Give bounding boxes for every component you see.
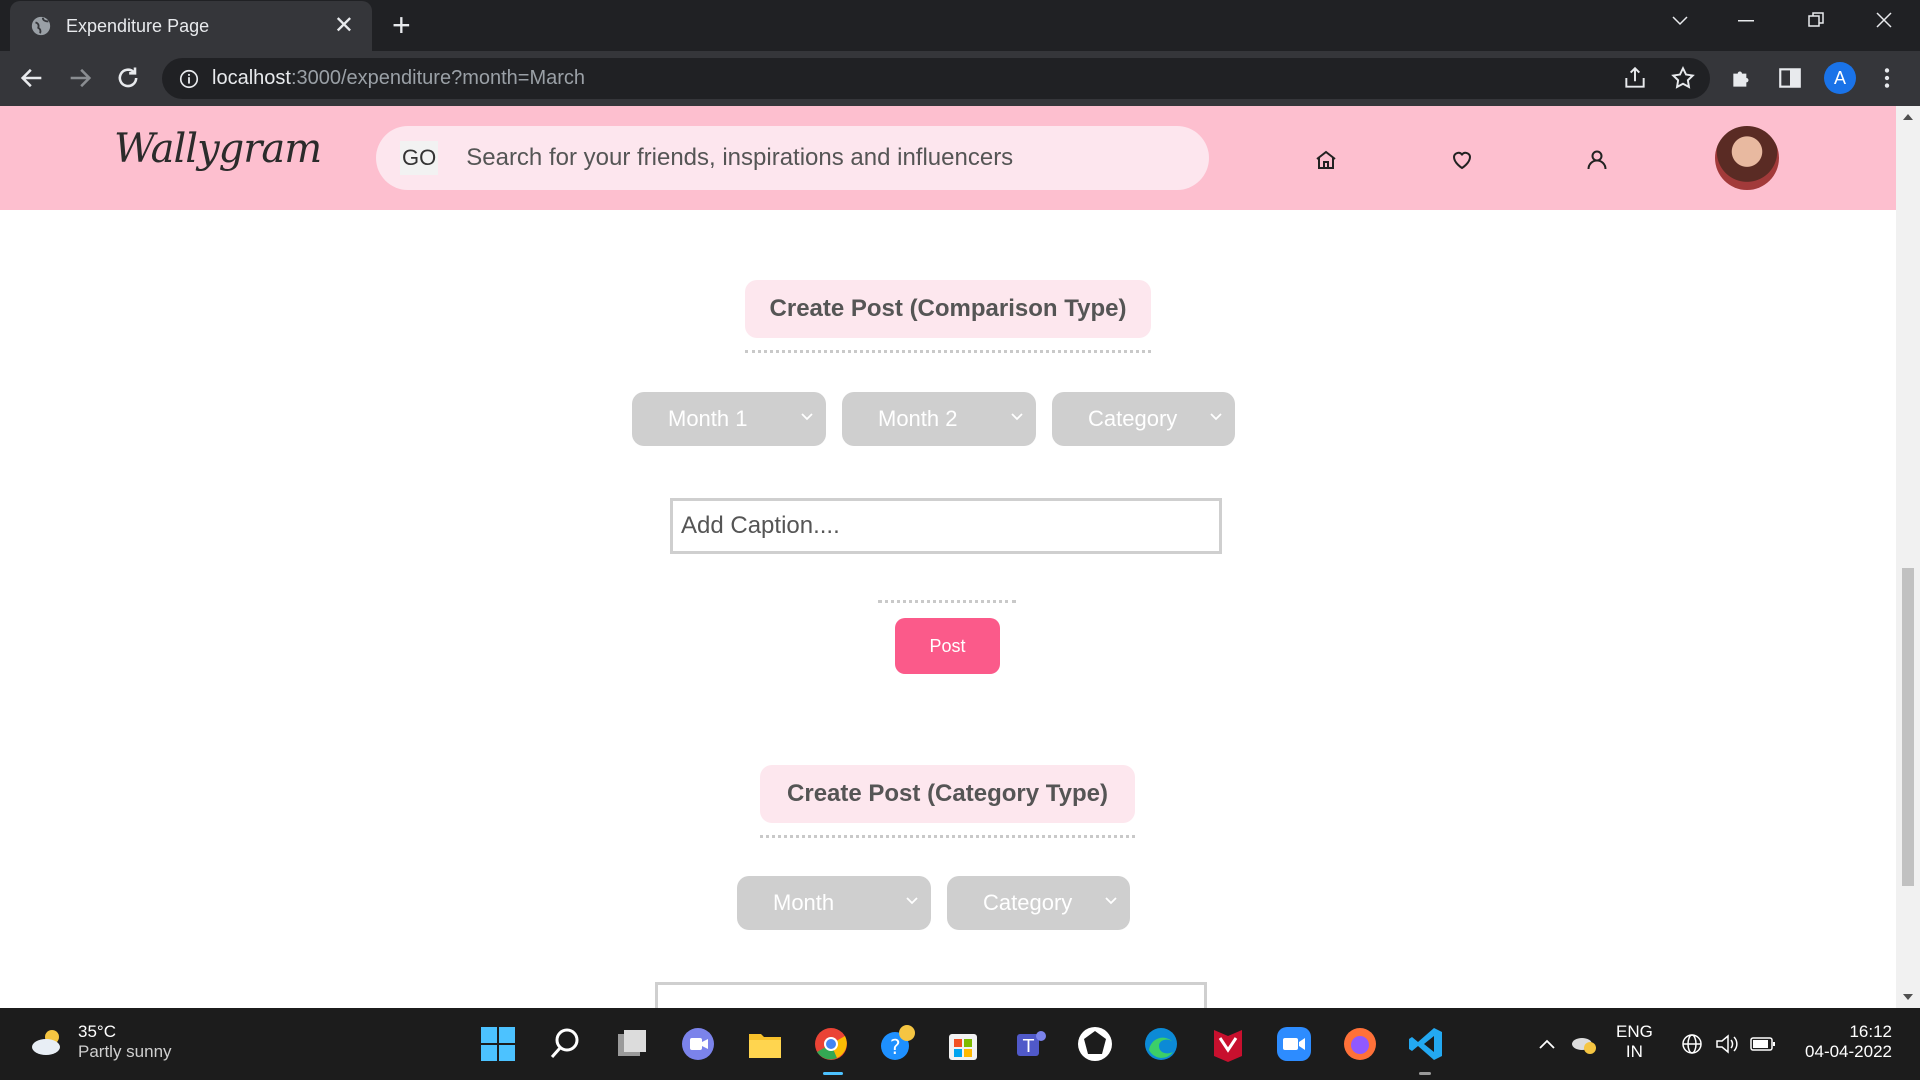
month2-select[interactable]: Month 2	[842, 392, 1036, 446]
address-bar[interactable]: localhost:3000/expenditure?month=March	[162, 58, 1710, 99]
search-input[interactable]	[466, 144, 1167, 172]
page-viewport: Wallygram GO Create Post (Comparison Typ…	[0, 106, 1920, 1008]
close-window-icon[interactable]	[1876, 12, 1892, 28]
category-select-label: Category	[1088, 406, 1178, 431]
second-caption-input[interactable]	[655, 982, 1207, 1008]
month2-select-label: Month 2	[878, 406, 958, 431]
url-text: localhost:3000/expenditure?month=March	[212, 67, 586, 89]
onedrive-warning-icon[interactable]	[1570, 1032, 1598, 1056]
chevron-down-icon	[1011, 413, 1023, 421]
clock-date: 04-04-2022	[1805, 1042, 1892, 1061]
site-logo[interactable]: Wallygram	[114, 126, 322, 172]
profile-avatar[interactable]: A	[1824, 62, 1856, 94]
firefox-icon[interactable]	[1340, 1024, 1380, 1064]
tab-search-chevron-icon[interactable]	[1670, 14, 1690, 28]
volume-icon[interactable]	[1714, 1032, 1740, 1056]
mcafee-icon[interactable]	[1208, 1024, 1248, 1064]
help-icon[interactable]: ?	[877, 1024, 917, 1064]
home-icon[interactable]	[1314, 148, 1338, 172]
search-icon[interactable]	[545, 1024, 585, 1064]
eagle-app-icon[interactable]	[1075, 1024, 1115, 1064]
teams-icon[interactable]: T	[1009, 1024, 1049, 1064]
heart-icon[interactable]	[1450, 148, 1474, 172]
category2-select[interactable]: Category	[947, 876, 1130, 930]
post-divider	[878, 600, 1016, 603]
svg-text:?: ?	[890, 1035, 901, 1059]
browser-toolbar: localhost:3000/expenditure?month=March A	[0, 51, 1920, 106]
page-scrollbar[interactable]	[1896, 106, 1920, 1008]
search-bar: GO	[376, 126, 1209, 190]
category-section-title: Create Post (Category Type)	[760, 765, 1135, 823]
restore-icon[interactable]	[1808, 12, 1824, 28]
vscode-icon[interactable]	[1406, 1024, 1446, 1064]
section-divider	[760, 835, 1135, 838]
new-tab-icon[interactable]: +	[392, 9, 411, 41]
chrome-icon[interactable]	[811, 1024, 851, 1064]
forward-arrow-icon[interactable]	[66, 64, 94, 92]
tab-close-icon[interactable]: ✕	[334, 14, 354, 38]
show-hidden-icons-chevron-icon[interactable]	[1538, 1038, 1556, 1050]
user-avatar[interactable]	[1715, 126, 1779, 190]
chevron-down-icon	[1210, 413, 1222, 421]
month-select[interactable]: Month	[737, 876, 931, 930]
post-button[interactable]: Post	[895, 618, 1000, 674]
edge-icon[interactable]	[1141, 1024, 1181, 1064]
month1-select[interactable]: Month 1	[632, 392, 826, 446]
browser-titlebar: Expenditure Page ✕ +	[0, 0, 1920, 51]
globe-icon	[31, 16, 51, 36]
reload-icon[interactable]	[114, 64, 142, 92]
chevron-down-icon	[1105, 897, 1117, 905]
weather-widget[interactable]: 35°C Partly sunny	[30, 1022, 172, 1062]
clock[interactable]: 16:12 04-04-2022	[1796, 1022, 1892, 1062]
weather-temperature: 35°C	[78, 1022, 116, 1041]
zoom-icon[interactable]	[1274, 1024, 1314, 1064]
clock-time: 16:12	[1849, 1022, 1892, 1041]
section-divider	[745, 350, 1151, 353]
active-app-indicator	[823, 1072, 843, 1075]
site-header: Wallygram GO	[0, 106, 1896, 210]
network-globe-icon[interactable]	[1680, 1032, 1704, 1056]
store-icon[interactable]	[943, 1024, 983, 1064]
month1-select-label: Month 1	[668, 406, 748, 431]
start-windows-icon[interactable]	[478, 1024, 518, 1064]
scroll-down-arrow-icon[interactable]	[1903, 994, 1913, 1000]
browser-tab[interactable]: Expenditure Page ✕	[10, 1, 372, 51]
minimize-icon[interactable]	[1738, 20, 1754, 22]
scroll-up-arrow-icon[interactable]	[1903, 114, 1913, 120]
side-panel-icon[interactable]	[1777, 65, 1803, 91]
open-app-indicator	[1419, 1072, 1431, 1075]
more-menu-icon[interactable]	[1874, 65, 1900, 91]
category-select[interactable]: Category	[1052, 392, 1235, 446]
month-select-label: Month	[773, 890, 835, 915]
svg-text:T: T	[1022, 1036, 1035, 1057]
language-indicator[interactable]: ENG IN	[1616, 1022, 1653, 1062]
back-arrow-icon[interactable]	[18, 64, 46, 92]
battery-icon[interactable]	[1750, 1035, 1776, 1053]
task-view-icon[interactable]	[612, 1024, 652, 1064]
comparison-section-title: Create Post (Comparison Type)	[745, 280, 1151, 338]
weather-condition: Partly sunny	[78, 1042, 172, 1061]
share-icon[interactable]	[1622, 65, 1648, 91]
chevron-down-icon	[801, 413, 813, 421]
region-code: IN	[1625, 1042, 1643, 1061]
tab-title: Expenditure Page	[66, 15, 210, 36]
extensions-puzzle-icon[interactable]	[1729, 65, 1755, 91]
chat-icon[interactable]	[678, 1024, 718, 1064]
search-go-button[interactable]: GO	[400, 141, 439, 175]
user-icon[interactable]	[1585, 148, 1609, 172]
info-icon[interactable]	[178, 68, 200, 90]
file-explorer-icon[interactable]	[745, 1024, 785, 1064]
partly-sunny-icon	[32, 1030, 60, 1055]
language-code: ENG	[1616, 1022, 1653, 1041]
chevron-down-icon	[906, 897, 918, 905]
caption-input[interactable]	[670, 498, 1222, 554]
bookmark-star-icon[interactable]	[1670, 65, 1696, 91]
taskbar: 35°C Partly sunny ? T ENG IN 16:12 04-04…	[0, 1008, 1920, 1080]
scroll-thumb[interactable]	[1902, 568, 1914, 886]
category2-select-label: Category	[983, 890, 1073, 915]
